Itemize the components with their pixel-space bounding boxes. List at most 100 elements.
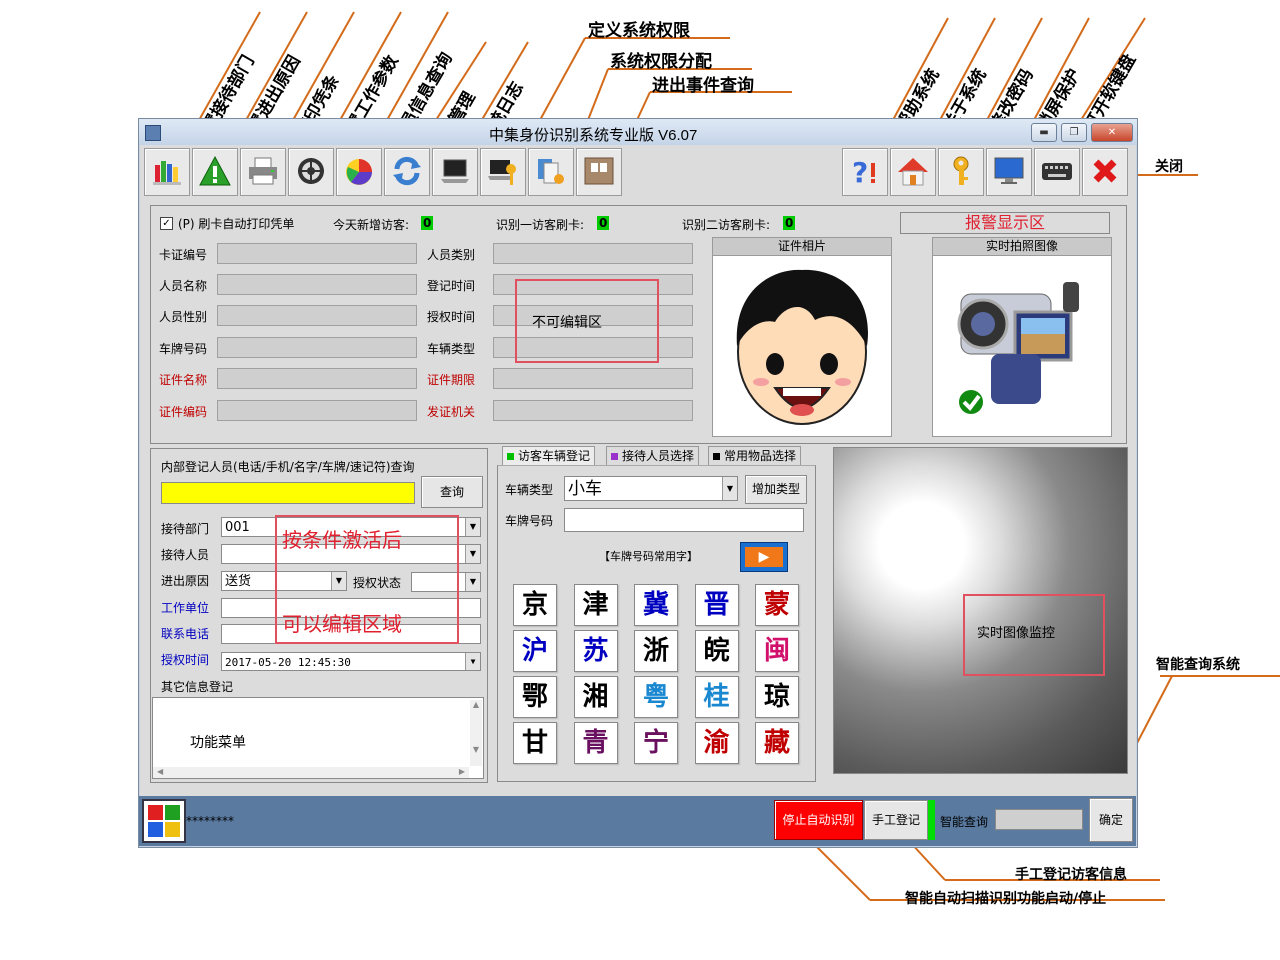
plate-char-key[interactable]: 青: [573, 722, 618, 764]
plate-char-key[interactable]: 闽: [755, 630, 799, 672]
plate-char-key[interactable]: 鄂: [513, 676, 557, 718]
tab-visitor-vehicle[interactable]: 访客车辆登记: [502, 446, 596, 465]
plate-label: 车牌号码: [505, 514, 554, 528]
vehicle-type-info-label: 车辆类型: [427, 342, 476, 356]
staff-label: 接待人员: [161, 548, 210, 562]
play-icon: ▶: [745, 547, 783, 567]
key-icon: [953, 156, 969, 185]
tab-common-items[interactable]: 常用物品选择: [708, 446, 802, 465]
person-gender-label: 人员性别: [159, 310, 208, 324]
vehicle-type-label: 车辆类型: [505, 483, 554, 497]
id1-count: 0: [597, 216, 610, 230]
plate-char-key[interactable]: 浙: [634, 630, 678, 672]
phone-label: 联系电话: [161, 627, 210, 641]
plate-char-key[interactable]: 藏: [755, 722, 799, 764]
plate-char-key[interactable]: 宁: [634, 722, 678, 764]
dial-icon: [298, 158, 324, 184]
auth-time-value: 2017-05-20 12:45:30: [225, 656, 351, 669]
pie-chart-icon: [346, 159, 372, 185]
id-code-label: 证件编码: [159, 405, 208, 419]
set-reason-button[interactable]: [192, 148, 238, 196]
plate-char-key[interactable]: 桂: [694, 676, 739, 718]
plate-char-key[interactable]: 冀: [634, 584, 678, 626]
plate-input[interactable]: [564, 508, 804, 532]
search-input[interactable]: [161, 482, 415, 504]
warning-icon: [199, 155, 231, 186]
person-name-label: 人员名称: [159, 279, 208, 293]
plate-number-label: 车牌号码: [159, 342, 208, 356]
chevron-down-icon[interactable]: ▼: [465, 653, 480, 670]
id2-label: 识别二访客刷卡:: [682, 218, 771, 232]
monitor-icon: [994, 157, 1024, 184]
search-button[interactable]: 查询: [421, 476, 483, 508]
add-type-button[interactable]: 增加类型: [745, 475, 807, 504]
event-query-button[interactable]: [576, 148, 622, 196]
noneditable-area-note: 不可编辑区: [532, 315, 602, 331]
annotation-manual-register: 手工登记访客信息: [1015, 867, 1127, 883]
common-chars-label: 【车牌号码常用字】: [599, 550, 698, 563]
laptop-icon: [441, 159, 469, 183]
svg-text:?: ?: [852, 156, 868, 187]
card-number-field: [217, 243, 417, 264]
close-icon: [1093, 159, 1117, 183]
plate-char-key[interactable]: 京: [513, 584, 557, 626]
show-chars-button[interactable]: ▶: [740, 542, 788, 572]
system-log-button[interactable]: [432, 148, 478, 196]
vehicle-type-value: 小车: [568, 479, 602, 499]
assign-rights-button[interactable]: [528, 148, 574, 196]
plate-char-key[interactable]: 粤: [634, 676, 678, 718]
set-reception-dept-button[interactable]: [144, 148, 190, 196]
chevron-down-icon[interactable]: ▼: [465, 518, 480, 536]
vertical-scrollbar[interactable]: ▲ ▼: [470, 700, 482, 766]
soft-keyboard-button[interactable]: [1034, 148, 1080, 196]
about-button[interactable]: [890, 148, 936, 196]
change-password-button[interactable]: [938, 148, 984, 196]
sms-management-button[interactable]: [384, 148, 430, 196]
plate-char-key[interactable]: 琼: [755, 676, 799, 718]
chevron-down-icon[interactable]: ▼: [465, 573, 480, 591]
maximize-button[interactable]: ❐: [1061, 123, 1087, 142]
chevron-down-icon[interactable]: ▼: [722, 477, 737, 500]
confirm-button[interactable]: 确定: [1089, 798, 1133, 842]
window-close-button[interactable]: ✕: [1091, 123, 1133, 142]
plate-char-key[interactable]: 渝: [694, 722, 739, 764]
smart-query-input[interactable]: [995, 809, 1083, 830]
auto-print-checkbox[interactable]: ✓: [160, 217, 173, 230]
plate-char-key[interactable]: 皖: [694, 630, 739, 672]
define-rights-button[interactable]: [480, 148, 526, 196]
plate-char-key[interactable]: 苏: [573, 630, 618, 672]
tab-marker-icon: [507, 453, 514, 460]
minimize-button[interactable]: ▬: [1031, 123, 1057, 142]
lock-screen-button[interactable]: [986, 148, 1032, 196]
plate-char-key[interactable]: 晋: [694, 584, 739, 626]
person-query-button[interactable]: [336, 148, 382, 196]
monitor-label: 实时图像监控: [977, 626, 1056, 641]
printer-icon: [249, 157, 277, 185]
stop-auto-recognition-button[interactable]: 停止自动识别: [774, 800, 863, 840]
auth-time-picker[interactable]: 2017-05-20 12:45:30 ▼: [221, 652, 481, 671]
horizontal-scrollbar[interactable]: ◀ ▶: [153, 767, 469, 778]
work-params-button[interactable]: [288, 148, 334, 196]
board-icon: [584, 157, 614, 185]
annotation-function-menu: 功能菜单: [190, 735, 246, 751]
plate-char-key[interactable]: 湘: [573, 676, 618, 718]
tab-marker-icon: [713, 453, 720, 460]
cartoon-face-icon: [736, 269, 868, 425]
vehicle-type-select[interactable]: 小车 ▼: [564, 476, 738, 501]
help-button[interactable]: ?: [842, 148, 888, 196]
plate-char-key[interactable]: 甘: [513, 722, 557, 764]
plate-char-key[interactable]: 沪: [513, 630, 557, 672]
plate-char-key[interactable]: 津: [573, 584, 618, 626]
manual-register-button[interactable]: 手工登记: [864, 800, 928, 840]
tab-reception-staff[interactable]: 接待人员选择: [606, 446, 700, 465]
print-receipt-button[interactable]: [240, 148, 286, 196]
help-icon: ?: [852, 156, 875, 187]
close-app-button[interactable]: [1082, 148, 1128, 196]
function-menu-button[interactable]: [142, 799, 186, 843]
chevron-down-icon[interactable]: ▼: [465, 545, 480, 563]
refresh-icon: [393, 156, 421, 186]
plate-char-key[interactable]: 蒙: [755, 584, 799, 626]
search-label: 内部登记人员(电话/手机/名字/车牌/速记符)查询: [161, 460, 415, 474]
live-photo-header: 实时拍照图像: [933, 238, 1111, 256]
status-indicator: [928, 800, 935, 840]
